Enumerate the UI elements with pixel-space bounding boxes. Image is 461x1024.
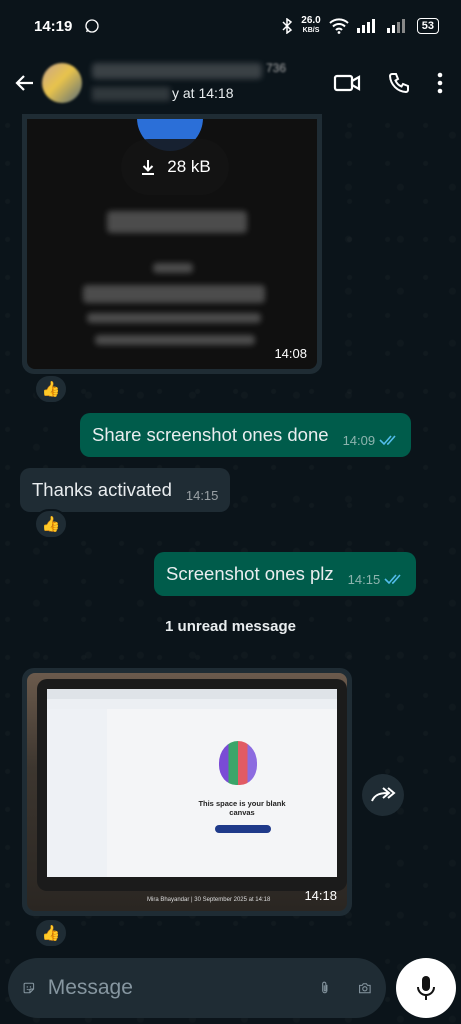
status-bar: 14:19 26.0 KB/S 53 [0, 0, 461, 52]
contact-info[interactable]: 736 y at 14:18 [92, 61, 286, 105]
network-speed: 26.0 KB/S [301, 16, 320, 36]
blurred-text [95, 335, 255, 345]
attach-icon[interactable] [319, 975, 331, 1001]
message-input[interactable] [47, 976, 319, 1000]
back-button[interactable] [10, 68, 40, 98]
sticker-icon[interactable] [22, 975, 36, 1001]
outgoing-message[interactable]: Screenshot ones plz 14:15 [154, 552, 417, 596]
reaction-emoji: 👍 [41, 925, 61, 942]
blurred-text [83, 285, 265, 303]
blurred-text [107, 211, 247, 233]
contact-name-suffix: 736 [265, 61, 286, 75]
incoming-message[interactable]: Thanks activated 14:15 [20, 468, 231, 512]
screen-text: This space is your blank canvas [198, 799, 286, 817]
double-check-icon [379, 435, 396, 446]
contact-name-redacted [92, 63, 262, 79]
download-icon [142, 160, 155, 175]
message-text: Share screenshot ones done [92, 424, 329, 445]
chat-header: 736 y at 14:18 [0, 52, 461, 114]
photo-caption: Mira Bhayandar | 30 September 2025 at 14… [147, 897, 271, 903]
microphone-icon [417, 976, 435, 1000]
arrow-left-icon [15, 75, 33, 91]
wifi-icon [329, 18, 349, 34]
file-preview: 28 kB 14:08 [27, 119, 317, 369]
laptop-screen: This space is your blank canvas [47, 689, 337, 877]
balloon-illustration [219, 741, 257, 785]
reaction-emoji: 👍 [41, 381, 61, 398]
message-text: Thanks activated [32, 479, 172, 500]
screen-button [215, 825, 271, 833]
message-time: 14:15 [185, 487, 219, 503]
file-size: 28 kB [167, 157, 211, 176]
blurred-text [87, 313, 261, 323]
whatsapp-icon [85, 19, 100, 33]
video-call-icon[interactable] [333, 72, 361, 94]
message-time: 14:15 [347, 571, 381, 587]
voice-call-icon[interactable] [387, 71, 411, 95]
reaction-badge[interactable]: 👍 [34, 509, 68, 539]
status-indicators: 26.0 KB/S 53 [281, 16, 439, 36]
signal-icon-2 [386, 19, 405, 33]
more-options-icon[interactable] [437, 72, 443, 94]
browser-url-bar [47, 699, 337, 709]
message-time: 14:09 [342, 432, 376, 448]
photo-message[interactable]: This space is your blank canvas Mira Bha… [22, 668, 352, 916]
camera-icon[interactable] [358, 977, 372, 999]
message-time: 14:08 [274, 346, 307, 361]
unread-divider: 1 unread message [165, 618, 296, 635]
message-text: Screenshot ones plz [166, 563, 334, 584]
message-meta: 14:15 [186, 488, 219, 503]
forward-icon [371, 787, 396, 802]
outgoing-message[interactable]: Share screenshot ones done 14:09 [80, 413, 412, 457]
message-meta: 14:15 [348, 572, 405, 587]
net-speed-value: 26.0 [301, 15, 321, 26]
browser-tabs [47, 689, 337, 699]
forward-button[interactable] [362, 774, 404, 816]
photo-image: This space is your blank canvas Mira Bha… [27, 673, 347, 911]
bluetooth-icon [282, 18, 293, 34]
contact-avatar[interactable] [42, 63, 82, 103]
reaction-badge[interactable]: 👍 [34, 374, 68, 404]
chat-screen: 14:19 26.0 KB/S 53 736 y at 14:18 28 kB … [0, 0, 461, 1024]
battery-indicator: 53 [416, 18, 439, 34]
file-message[interactable]: 28 kB 14:08 [22, 114, 322, 374]
signal-icon [356, 19, 375, 33]
laptop-in-photo: This space is your blank canvas [37, 679, 347, 891]
reaction-emoji: 👍 [41, 516, 61, 533]
message-composer [8, 958, 386, 1018]
blurred-text [153, 263, 193, 273]
header-actions [333, 71, 451, 95]
net-speed-unit: KB/S [302, 27, 320, 34]
download-button[interactable]: 28 kB [121, 139, 229, 195]
double-check-icon [384, 574, 401, 585]
last-seen-text: y at 14:18 [172, 85, 234, 101]
status-time: 14:19 [34, 17, 73, 35]
reaction-badge[interactable]: 👍 [34, 918, 68, 948]
message-time: 14:18 [304, 888, 337, 903]
contact-last-seen: y at 14:18 [92, 85, 234, 102]
app-sidebar [47, 709, 107, 877]
voice-message-button[interactable] [396, 958, 456, 1018]
message-meta: 14:09 [343, 433, 400, 448]
